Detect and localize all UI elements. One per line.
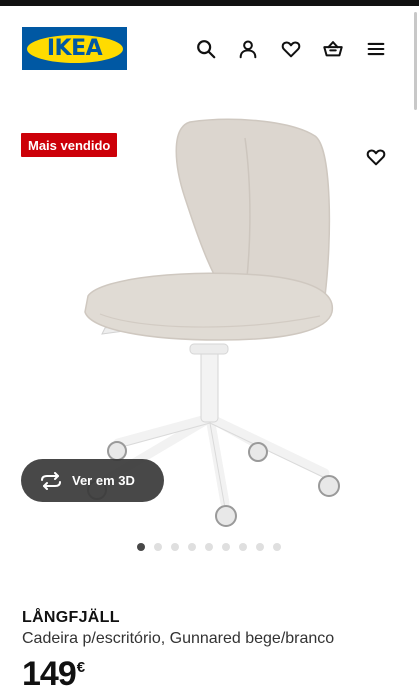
price-amount: 149 bbox=[22, 655, 77, 693]
rotate-3d-icon bbox=[41, 471, 61, 490]
gallery-dot[interactable] bbox=[239, 543, 247, 551]
bestseller-badge: Mais vendido bbox=[21, 133, 118, 157]
heart-icon[interactable] bbox=[278, 36, 304, 62]
gallery-dot[interactable] bbox=[137, 543, 145, 551]
basket-icon[interactable] bbox=[320, 36, 346, 62]
product-description: Cadeira p/escritório, Gunnared bege/bran… bbox=[22, 630, 335, 647]
gallery-pagination bbox=[137, 543, 281, 551]
site-header: IKEA bbox=[0, 6, 419, 92]
product-gallery[interactable]: Mais vendido Ver em 3D bbox=[0, 110, 419, 530]
gallery-dot[interactable] bbox=[222, 543, 230, 551]
logo-oval: IKEA bbox=[26, 34, 123, 63]
view-in-3d-label: Ver em 3D bbox=[72, 473, 135, 488]
user-icon[interactable] bbox=[235, 36, 261, 62]
page-scrollbar[interactable] bbox=[414, 12, 417, 110]
gallery-dot[interactable] bbox=[171, 543, 179, 551]
gallery-dot[interactable] bbox=[154, 543, 162, 551]
product-name[interactable]: LÅNGFJÄLL bbox=[22, 609, 120, 627]
logo-text: IKEA bbox=[46, 35, 103, 61]
gallery-dot[interactable] bbox=[188, 543, 196, 551]
ikea-logo[interactable]: IKEA bbox=[22, 27, 127, 70]
view-in-3d-button[interactable]: Ver em 3D bbox=[21, 459, 164, 502]
gallery-dot[interactable] bbox=[273, 543, 281, 551]
gallery-dot[interactable] bbox=[205, 543, 213, 551]
product-price: 149 € bbox=[22, 655, 85, 693]
heart-icon bbox=[366, 149, 386, 166]
gallery-dot[interactable] bbox=[256, 543, 264, 551]
search-icon[interactable] bbox=[193, 36, 219, 62]
menu-icon[interactable] bbox=[363, 36, 389, 62]
price-currency: € bbox=[76, 659, 86, 676]
add-to-favourites-button[interactable] bbox=[362, 143, 390, 171]
